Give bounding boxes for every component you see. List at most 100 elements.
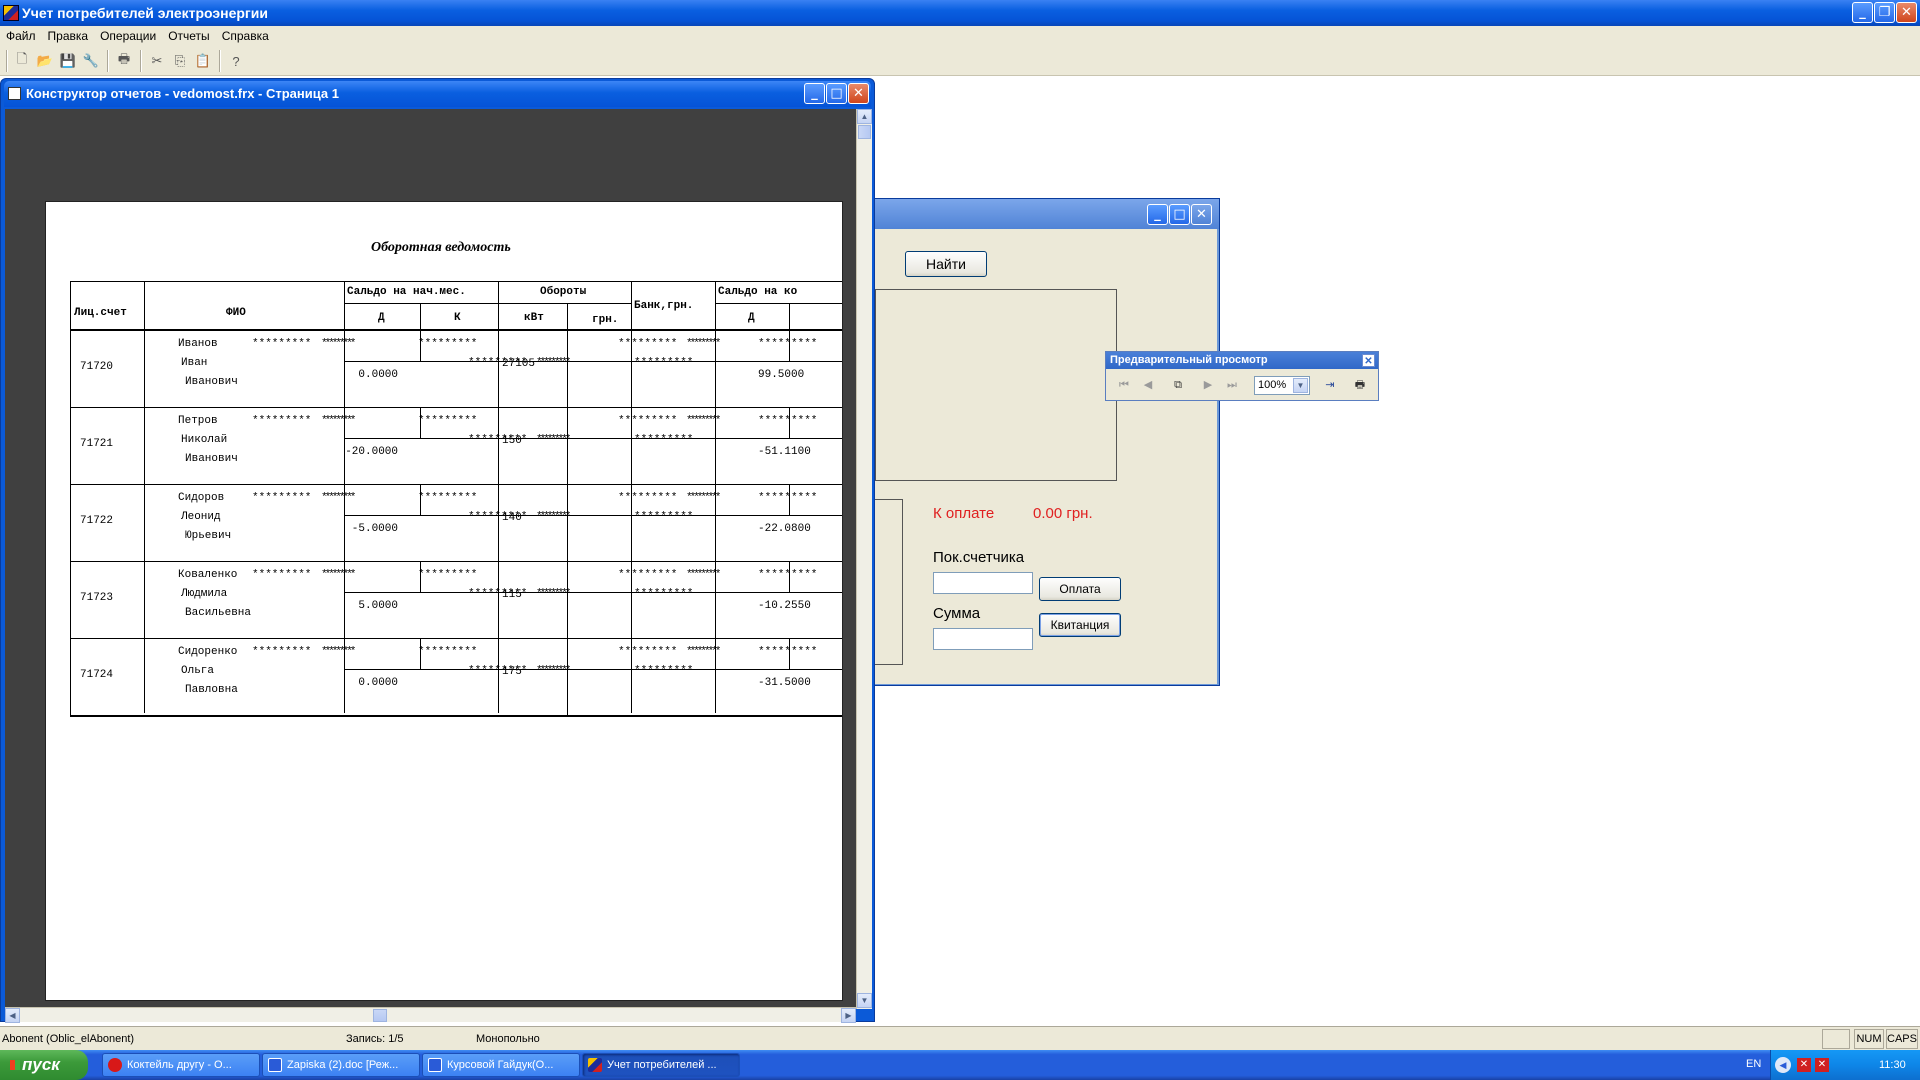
row-subline — [567, 408, 568, 485]
task-word-kursovoy[interactable]: Курсовой Гайдук(О... — [422, 1053, 580, 1077]
header-turnover: Обороты — [540, 286, 587, 298]
form-title-bar: _ □ ✕ — [873, 199, 1219, 229]
last-page-icon[interactable]: ⏭ — [1222, 375, 1242, 395]
sum-label: Сумма — [933, 605, 981, 622]
pay-due-value: 0.00 грн. — [1033, 505, 1093, 522]
tool-icon[interactable]: 🔧 — [81, 51, 101, 71]
taskbar: пуск Коктейль другу - O... Zapiska (2).d… — [0, 1050, 1920, 1080]
row-subline — [344, 669, 842, 670]
results-panel — [875, 289, 1117, 481]
cell-saldo-end: -31.5000 — [758, 677, 811, 689]
header-kwt: кВт — [524, 312, 544, 324]
paste-icon[interactable]: 📋 — [193, 51, 213, 71]
cell-fio-first: Иван — [181, 357, 208, 369]
cell-fio-middle: Павловна — [185, 684, 238, 696]
pay-button[interactable]: Оплата — [1039, 577, 1121, 601]
overflow-marks: ********* — [468, 665, 528, 677]
maximize-icon[interactable]: □ — [1169, 204, 1190, 225]
scroll-right-icon[interactable]: ▶ — [841, 1008, 856, 1023]
menu-operations[interactable]: Операции — [94, 26, 162, 46]
exit-preview-icon[interactable]: ⇥ — [1320, 375, 1340, 395]
row-subline — [344, 515, 842, 516]
copy-icon[interactable]: ⎘ — [170, 51, 190, 71]
report-title-bar: Конструктор отчетов - vedomost.frx - Стр… — [4, 81, 871, 107]
row-divider — [70, 715, 842, 717]
cell-fio-middle: Васильевна — [185, 607, 252, 619]
row-subline — [567, 485, 568, 562]
report-canvas: Оборотная ведомость Лиц.счет ФИО Сальдо … — [5, 109, 856, 1009]
overflow-marks: ********* — [634, 357, 694, 369]
opera-icon — [108, 1058, 122, 1072]
task-word-zapiska[interactable]: Zapiska (2).doc [Реж... — [262, 1053, 420, 1077]
close-icon[interactable]: ✕ — [848, 83, 869, 104]
language-indicator[interactable]: EN — [1746, 1058, 1761, 1070]
overflow-marks: ********* — [686, 646, 721, 658]
new-file-icon[interactable]: 🗋 — [12, 51, 32, 71]
minimize-icon[interactable]: _ — [804, 83, 825, 104]
scroll-up-icon[interactable]: ▲ — [857, 109, 872, 124]
next-page-icon[interactable]: ▶ — [1198, 375, 1218, 395]
help-icon[interactable]: ? — [226, 51, 246, 71]
save-icon[interactable]: 💾 — [58, 51, 78, 71]
first-page-icon[interactable]: ⏮ — [1114, 375, 1134, 395]
row-left-border — [70, 639, 71, 716]
menu-reports[interactable]: Отчеты — [162, 26, 215, 46]
scroll-thumb[interactable] — [373, 1009, 387, 1022]
scroll-left-icon[interactable]: ◀ — [5, 1008, 20, 1023]
task-opera[interactable]: Коктейль другу - O... — [102, 1053, 260, 1077]
app-icon — [588, 1058, 602, 1072]
print-icon[interactable]: 🖶 — [114, 51, 134, 71]
cut-icon[interactable]: ✂ — [147, 51, 167, 71]
preview-title: Предварительный просмотр — [1110, 354, 1268, 366]
header-grn: грн. — [592, 314, 619, 326]
overflow-marks: ********* — [468, 511, 528, 523]
menu-edit[interactable]: Правка — [42, 26, 95, 46]
vertical-scrollbar[interactable]: ▲ ▼ — [856, 109, 872, 1009]
minimize-icon[interactable]: _ — [1147, 204, 1168, 225]
sum-input[interactable] — [933, 628, 1033, 650]
zoom-select[interactable]: 100% ▼ — [1254, 376, 1310, 395]
menu-file[interactable]: Файл — [0, 26, 42, 46]
row-subline — [567, 639, 568, 716]
find-button[interactable]: Найти — [905, 251, 987, 277]
close-icon[interactable]: ✕ — [1362, 354, 1375, 367]
chevron-left-icon[interactable]: ◀ — [1775, 1057, 1791, 1073]
task-app[interactable]: Учет потребителей ... — [582, 1053, 740, 1077]
print-icon[interactable]: 🖶 — [1350, 375, 1370, 395]
scroll-thumb[interactable] — [858, 125, 871, 139]
start-button[interactable]: пуск — [0, 1050, 88, 1080]
word-icon — [268, 1058, 282, 1072]
overflow-marks: ********* — [758, 569, 818, 581]
copy-pages-icon[interactable]: ⧉ — [1168, 375, 1188, 395]
menu-help[interactable]: Справка — [216, 26, 275, 46]
security-icon[interactable]: ✕ — [1815, 1058, 1829, 1072]
row-left-border — [70, 562, 71, 639]
close-icon[interactable]: ✕ — [1896, 2, 1917, 23]
prev-page-icon[interactable]: ◀ — [1138, 375, 1158, 395]
close-icon[interactable]: ✕ — [1191, 204, 1212, 225]
row-divider — [70, 561, 842, 562]
task-label: Zapiska (2).doc [Реж... — [287, 1059, 399, 1071]
maximize-icon[interactable]: □ — [826, 83, 847, 104]
windows-logo-icon — [10, 1060, 20, 1070]
horizontal-scrollbar[interactable]: ◀ ▶ — [5, 1007, 856, 1023]
minimize-icon[interactable]: _ — [1852, 2, 1873, 23]
cell-account: 71724 — [80, 669, 114, 681]
status-num: NUM — [1854, 1029, 1884, 1049]
restore-icon[interactable]: ❐ — [1874, 2, 1895, 23]
cell-saldo-end: -51.1100 — [758, 446, 811, 458]
cell-fio-first: Ольга — [181, 665, 215, 677]
cell-saldo-start: 0.0000 — [358, 369, 398, 381]
receipt-button[interactable]: Квитанция — [1039, 613, 1121, 637]
chevron-down-icon[interactable]: ▼ — [1293, 378, 1308, 393]
cell-fio-last: Петров — [178, 415, 218, 427]
cell-saldo-start: -5.0000 — [351, 523, 398, 535]
menu-bar: Файл Правка Операции Отчеты Справка — [0, 26, 1920, 46]
task-label: Учет потребителей ... — [607, 1059, 717, 1071]
network-icon[interactable]: ✕ — [1797, 1058, 1811, 1072]
scroll-down-icon[interactable]: ▼ — [857, 993, 872, 1008]
open-folder-icon[interactable]: 📂 — [35, 51, 55, 71]
overflow-marks: ********* — [252, 415, 312, 427]
overflow-marks: ********* — [252, 646, 312, 658]
meter-input[interactable] — [933, 572, 1033, 594]
